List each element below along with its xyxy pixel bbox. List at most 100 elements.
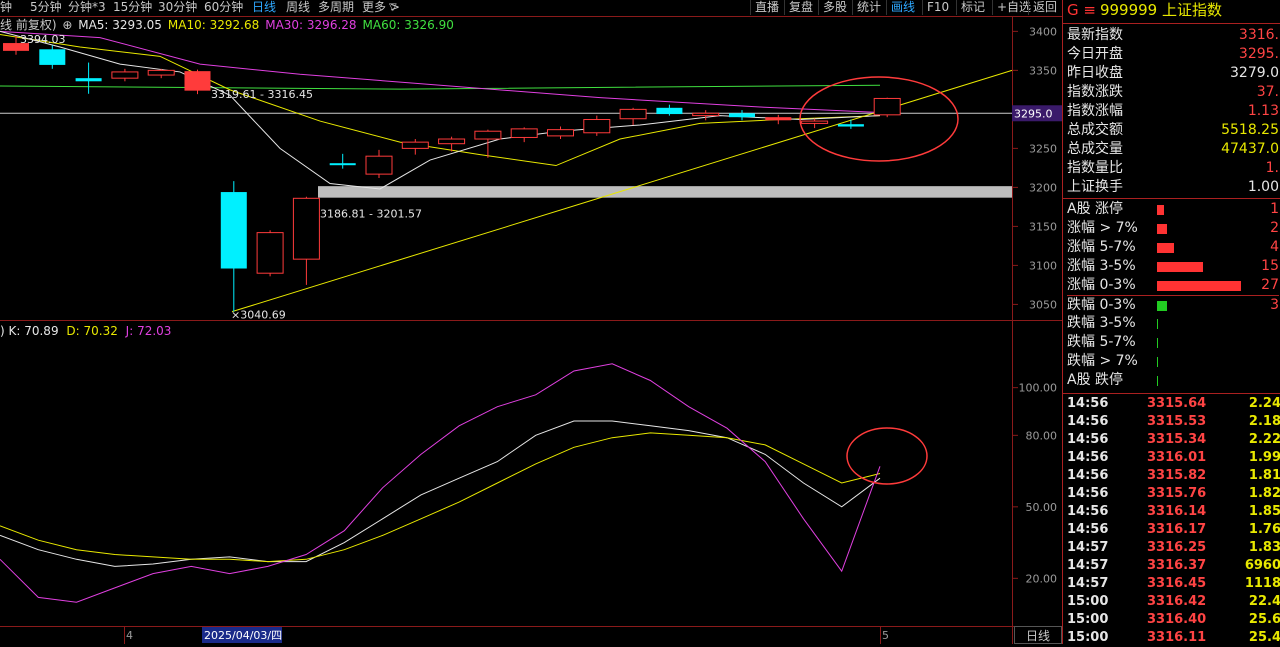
tick-time: 15:00 [1067, 630, 1109, 645]
distribution-bar [1157, 319, 1159, 329]
tick-volume: 1.81 [1248, 468, 1280, 483]
bottom-period-button[interactable]: 日线 [1014, 626, 1062, 644]
ma60-line [0, 84, 881, 90]
tick-volume: 22.4 [1248, 594, 1280, 609]
kdj-line-K [0, 420, 881, 567]
candle-body-8 [292, 197, 320, 260]
tick-row: 14:57 3316.37 6960 [1067, 557, 1280, 575]
distribution-row: 跌幅 3-5% [1067, 314, 1279, 333]
kdj-legend-k: ) K: 70.89 [0, 324, 59, 338]
quote-label: 总成交量 [1067, 141, 1123, 157]
quote-panel: G ≡ 999999 上证指数 最新指数 3316. 今日开盘 3295. 昨日收盘 327… [1062, 0, 1280, 645]
tick-price: 3316.40 [1147, 612, 1207, 627]
tick-time: 14:56 [1067, 396, 1109, 411]
kdj-legend-item-0: D: 70.32 [66, 324, 118, 338]
tick-volume: 1.82 [1248, 486, 1280, 501]
quote-row: 上证换手 1.00 [1067, 178, 1279, 197]
annotation-range-1: 3319.61 - 3316.45 [211, 88, 313, 101]
candle-body-4 [147, 69, 175, 76]
quote-label: 最新指数 [1067, 27, 1123, 43]
tick-time: 14:56 [1067, 450, 1109, 465]
tick-volume: 1.85 [1248, 504, 1280, 519]
distribution-row: 涨幅 0-3% 27 [1067, 276, 1279, 295]
tick-price: 3316.01 [1147, 450, 1207, 465]
tick-row: 14:56 3315.34 2.22 [1067, 431, 1280, 449]
distribution-row: 涨幅 > 7% 2 [1067, 219, 1279, 238]
quote-label: 总成交额 [1067, 122, 1123, 138]
tick-row: 14:56 3316.14 1.85 [1067, 503, 1280, 521]
tick-row: 14:56 3315.53 2.18 [1067, 413, 1280, 431]
distribution-label: A股 跌停 [1067, 372, 1124, 388]
highlight-ellipse-bottom [846, 427, 928, 485]
tick-price: 3315.82 [1147, 468, 1207, 483]
tick-time: 14:56 [1067, 414, 1109, 429]
tick-time: 14:57 [1067, 576, 1109, 591]
annotation-high: 3394.03 [20, 33, 66, 46]
distribution-bar [1157, 243, 1174, 253]
tick-price: 3316.45 [1147, 576, 1207, 591]
tick-price: 3316.42 [1147, 594, 1207, 609]
distribution-bar [1157, 301, 1167, 311]
candle-body-9 [329, 163, 356, 166]
quote-value: 3316. [1238, 27, 1279, 43]
y-tick-label-6: 3100 [1029, 259, 1057, 272]
tick-volume: 25.6 [1248, 612, 1280, 627]
tick-time: 15:00 [1067, 594, 1109, 609]
kdj-legend: ) K: 70.89 D: 70.32 J: 72.03 [0, 323, 171, 339]
tick-time: 14:57 [1067, 540, 1109, 555]
tick-row: 14:57 3316.45 1118 [1067, 575, 1280, 593]
distribution-row: 涨幅 5-7% 4 [1067, 238, 1279, 257]
tick-volume: 2.22 [1248, 432, 1280, 447]
candle-body-11 [401, 141, 429, 149]
quote-label: 指数涨跌 [1067, 84, 1123, 100]
candle-body-24 [873, 97, 901, 116]
tick-price: 3315.64 [1147, 396, 1207, 411]
quote-label: 昨日收盘 [1067, 65, 1123, 81]
tick-row: 14:56 3316.01 1.99 [1067, 449, 1280, 467]
tick-volume: 25.4 [1248, 630, 1280, 645]
quote-row: 今日开盘 3295. [1067, 45, 1279, 64]
quote-row: 总成交额 5518.25 [1067, 121, 1279, 140]
y-tick-label-7: 3050 [1029, 298, 1057, 311]
quote-row: 指数涨幅 1.13 [1067, 102, 1279, 121]
candle-body-23 [837, 124, 864, 127]
distribution-label: A股 涨停 [1067, 201, 1124, 217]
x-label-0: 4 [126, 629, 133, 642]
candle-body-6 [220, 192, 247, 269]
distribution-bar [1157, 262, 1203, 272]
ma5-line [0, 30, 881, 190]
tick-price: 3316.17 [1147, 522, 1207, 537]
kdj-legend-item-1: J: 72.03 [121, 324, 172, 338]
candle-body-14 [510, 128, 538, 138]
kdj-tick-label-2: 50.00 [1026, 501, 1058, 514]
candle-body-16 [583, 119, 611, 134]
distribution-count: 27 [1261, 277, 1279, 293]
annotation-range-2: 3186.81 - 3201.57 [320, 208, 422, 221]
y-tick-label-5: 3150 [1029, 220, 1057, 233]
distribution-count: 4 [1270, 239, 1279, 255]
tick-volume: 1.99 [1248, 450, 1280, 465]
quote-name: 上证指数 [1162, 1, 1223, 19]
candle-body-18 [656, 107, 683, 115]
tick-price: 3315.76 [1147, 486, 1207, 501]
distribution-bar [1157, 376, 1159, 386]
tick-price: 3315.34 [1147, 432, 1207, 447]
distribution-label: 涨幅 0-3% [1067, 277, 1136, 293]
distribution-label: 跌幅 5-7% [1067, 334, 1136, 350]
quote-marker: G ≡ [1067, 1, 1096, 19]
candle-body-17 [619, 108, 647, 120]
quote-row: 最新指数 3316. [1067, 26, 1279, 45]
x-label-2: 5 [882, 629, 889, 642]
support-zone [318, 186, 1012, 198]
distribution-row: A股 涨停 1 [1067, 200, 1279, 219]
tick-price: 3316.14 [1147, 504, 1207, 519]
quote-label: 指数量比 [1067, 160, 1123, 176]
distribution-count: 3 [1270, 297, 1279, 313]
quote-value: 37. [1256, 84, 1279, 100]
candle-body-13 [474, 130, 502, 140]
highlight-ellipse-top [799, 76, 959, 162]
distribution-count: 15 [1261, 258, 1279, 274]
tick-volume: 1.76 [1248, 522, 1280, 537]
y-tick-label-1: 3350 [1029, 64, 1057, 77]
distribution-label: 跌幅 0-3% [1067, 297, 1136, 313]
